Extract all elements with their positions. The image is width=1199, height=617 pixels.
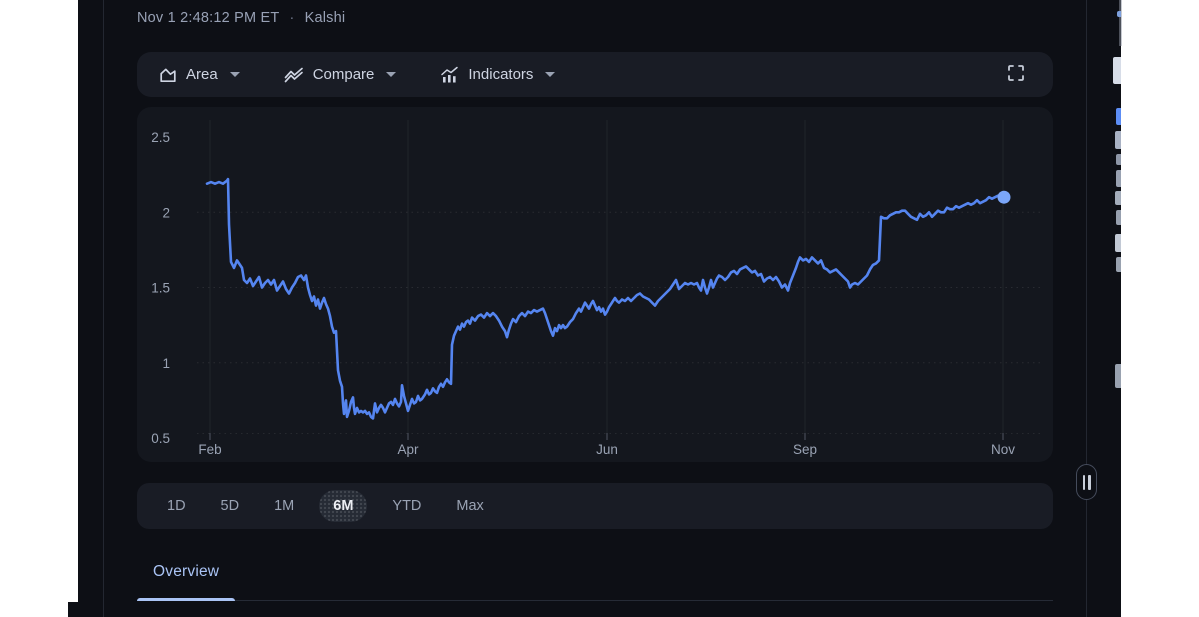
screenshot-root: Nov 1 2:48:12 PM ET · Kalshi Area Compar… (0, 0, 1199, 617)
chart-toolbar: Area Compare Indicators (137, 52, 1053, 97)
quote-meta-row: Nov 1 2:48:12 PM ET · Kalshi (137, 9, 345, 26)
clipped-content-fragment (1115, 234, 1121, 252)
clipped-content-fragment (1115, 131, 1121, 149)
compare-lines-icon (284, 66, 304, 84)
chart-module: Nov 1 2:48:12 PM ET · Kalshi Area Compar… (137, 0, 1053, 617)
right-panel-scrollbar[interactable] (1119, 0, 1122, 46)
x-axis-label: Nov (991, 442, 1015, 457)
compare-label: Compare (312, 66, 375, 83)
x-axis-label: Feb (198, 442, 221, 457)
chevron-down-icon (386, 72, 397, 77)
fullscreen-icon (1007, 65, 1025, 85)
panel-resize-handle[interactable] (1076, 464, 1097, 500)
chart-type-label: Area (186, 66, 218, 83)
clipped-content-fragment (1117, 11, 1121, 17)
chevron-down-icon (229, 72, 240, 77)
range-button-max[interactable]: Max (446, 490, 493, 522)
y-axis-label: 1.5 (151, 281, 170, 296)
left-column-divider (103, 0, 104, 617)
chart-type-dropdown[interactable]: Area (159, 66, 240, 84)
quote-source: Kalshi (304, 9, 346, 26)
clipped-content-fragment (1116, 108, 1121, 125)
clipped-content-fragment (1115, 191, 1121, 205)
price-chart[interactable]: 2.5 2 1.5 1 0.5 Feb Apr Jun Sep Nov (137, 107, 1053, 462)
area-chart-icon (159, 66, 177, 84)
drag-handle-icon (1088, 474, 1091, 490)
quote-timestamp: Nov 1 2:48:12 PM ET (137, 9, 280, 26)
chevron-down-icon (545, 72, 556, 77)
price-line (205, 177, 1006, 420)
y-axis-label: 0.5 (151, 431, 170, 446)
range-button-ytd[interactable]: YTD (382, 490, 431, 522)
x-axis-label: Apr (397, 442, 419, 457)
y-axis-label: 2.5 (151, 130, 170, 145)
section-tabs: Overview (137, 556, 1053, 601)
compare-dropdown[interactable]: Compare (284, 66, 397, 84)
y-axis-label: 1 (162, 356, 170, 371)
last-price-marker[interactable] (997, 190, 1011, 204)
drag-handle-icon (1082, 474, 1085, 490)
clipped-content-fragment (1115, 364, 1121, 388)
clipped-content-fragment (1116, 257, 1121, 272)
clipped-content-fragment (1116, 210, 1121, 225)
indicators-dropdown[interactable]: Indicators (440, 66, 556, 84)
right-column-divider[interactable] (1086, 0, 1087, 617)
indicators-icon (440, 66, 459, 84)
x-axis-label: Sep (793, 442, 817, 457)
tab-overview[interactable]: Overview (137, 556, 236, 601)
dot-separator: · (289, 9, 295, 26)
clipped-content-fragment (1113, 57, 1121, 84)
clipped-content-fragment (1116, 170, 1121, 187)
range-button-6m[interactable]: 6M (319, 490, 368, 522)
y-axis-label: 2 (162, 205, 170, 220)
fullscreen-button[interactable] (1003, 60, 1029, 89)
indicators-label: Indicators (468, 66, 534, 83)
price-chart-canvas[interactable]: 2.5 2 1.5 1 0.5 Feb Apr Jun Sep Nov (137, 107, 1053, 462)
clipped-content-fragment (1116, 154, 1121, 165)
range-button-1d[interactable]: 1D (157, 490, 196, 522)
range-button-1m[interactable]: 1M (264, 490, 304, 522)
range-button-5d[interactable]: 5D (211, 490, 250, 522)
time-range-bar: 1D 5D 1M 6M YTD Max (137, 483, 1053, 529)
x-axis-label: Jun (596, 442, 618, 457)
